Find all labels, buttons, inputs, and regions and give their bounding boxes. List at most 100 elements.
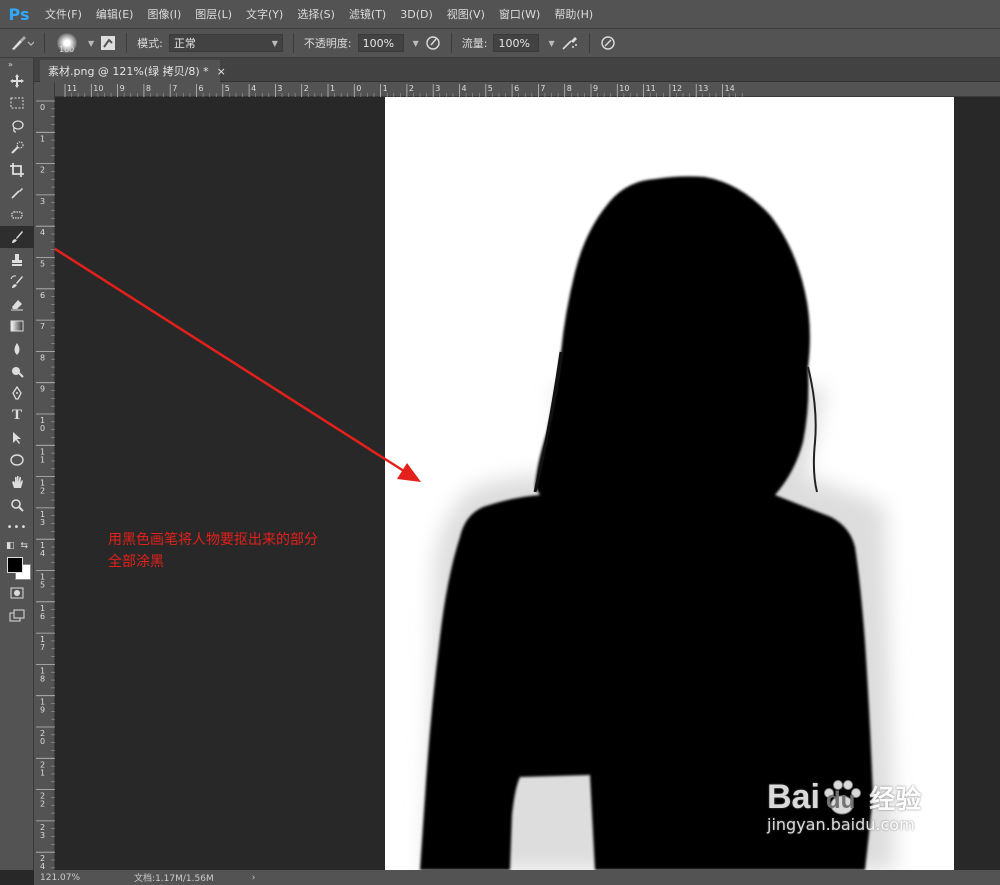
ruler-label: 5 xyxy=(225,84,230,93)
horizontal-ruler[interactable]: 11 10 9 8 7 6 5 4 3 2 1 0 1 2 3 4 5 6 7 8 9 10 11 12 13 14 xyxy=(55,82,1000,97)
separator xyxy=(450,33,452,53)
mode-label: 模式: xyxy=(137,37,163,50)
more-icon[interactable]: ••• xyxy=(0,516,34,538)
ellipse-icon[interactable] xyxy=(0,449,34,471)
ruler-label: 3 xyxy=(435,84,440,93)
watermark-url: jingyan.baidu.com xyxy=(767,815,915,834)
stamp-icon[interactable] xyxy=(0,248,34,270)
quick-select-icon[interactable] xyxy=(0,137,34,159)
airbrush-icon[interactable] xyxy=(561,35,579,51)
zoom-icon[interactable] xyxy=(0,494,34,516)
lasso-icon[interactable] xyxy=(0,115,34,137)
brush-panel-icon[interactable] xyxy=(100,35,116,51)
menu-edit[interactable]: 编辑(E) xyxy=(89,6,141,22)
chevron-down-icon[interactable]: ▼ xyxy=(548,39,554,48)
hand-icon[interactable] xyxy=(0,471,34,493)
brush-preset-icon[interactable] xyxy=(8,34,34,52)
flow-label: 流量: xyxy=(461,37,488,50)
pen-icon[interactable] xyxy=(0,382,34,404)
ruler-label: 7 xyxy=(40,322,45,331)
ruler-label: 0 xyxy=(40,103,45,112)
menu-window[interactable]: 窗口(W) xyxy=(492,6,547,22)
document-tab-strip: 素材.png @ 121%(绿 拷贝/8) * × xyxy=(34,58,1000,82)
ruler-label: 9 xyxy=(593,84,598,93)
menu-help[interactable]: 帮助(H) xyxy=(547,6,600,22)
ruler-label: 6 xyxy=(199,84,204,93)
ruler-label: 10 xyxy=(93,84,103,93)
type-icon[interactable]: T xyxy=(0,404,34,426)
baidu-watermark: Bai du 经验 jingyan.baidu.com xyxy=(767,777,967,867)
menu-view[interactable]: 视图(V) xyxy=(440,6,492,22)
quick-mask-icon[interactable] xyxy=(0,582,34,604)
zoom-level[interactable]: 121.07% xyxy=(40,873,80,883)
vertical-ruler[interactable]: 0123456789101112131415161718192021222324… xyxy=(34,82,55,884)
menu-file[interactable]: 文件(F) xyxy=(38,6,89,22)
ruler-label: 4 xyxy=(462,84,467,93)
reset-colors-icon[interactable]: ◧ xyxy=(6,541,15,551)
foreground-color-swatch[interactable] xyxy=(7,557,23,574)
chevron-down-icon[interactable]: ▼ xyxy=(413,39,419,48)
menu-bar: Ps 文件(F) 编辑(E) 图像(I) 图层(L) 文字(Y) 选择(S) 滤… xyxy=(0,0,1000,28)
status-menu-arrow[interactable]: › xyxy=(252,873,256,883)
healing-icon[interactable] xyxy=(0,204,34,226)
mode-select[interactable]: 正常 ▼ xyxy=(168,34,283,52)
path-select-icon[interactable] xyxy=(0,427,34,449)
ruler-label: 8 xyxy=(567,84,572,93)
menu-filter[interactable]: 滤镜(T) xyxy=(342,6,393,22)
dodge-icon[interactable] xyxy=(0,360,34,382)
brush-icon[interactable] xyxy=(0,226,34,249)
status-bar: 121.07% 文档:1.17M/1.56M › xyxy=(34,870,1000,885)
ruler-label: 3 xyxy=(40,831,45,840)
document-tab[interactable]: 素材.png @ 121%(绿 拷贝/8) * × xyxy=(40,60,226,82)
marquee-icon[interactable] xyxy=(0,92,34,114)
blur-icon[interactable] xyxy=(0,338,34,360)
eraser-icon[interactable] xyxy=(0,293,34,315)
watermark-cn: 经验 xyxy=(869,783,922,814)
ruler-label: 13 xyxy=(698,84,708,93)
photoshop-logo: Ps xyxy=(8,4,30,24)
ruler-label: 4 xyxy=(40,549,45,558)
ruler-label: 11 xyxy=(67,84,77,93)
separator xyxy=(588,33,590,53)
menu-3d[interactable]: 3D(D) xyxy=(393,8,440,21)
default-colors-icon[interactable]: ◧ ⇆ xyxy=(0,538,34,554)
separator xyxy=(44,33,45,53)
brush-size-picker[interactable]: 100 xyxy=(55,31,79,55)
watermark-brand: Bai xyxy=(767,777,820,816)
crop-icon[interactable] xyxy=(0,159,34,181)
ruler-label: 10 xyxy=(619,84,629,93)
history-brush-icon[interactable] xyxy=(0,271,34,293)
eyedropper-icon[interactable] xyxy=(0,181,34,203)
move-icon[interactable] xyxy=(0,70,34,92)
menu-image[interactable]: 图像(I) xyxy=(140,6,188,22)
menu-type[interactable]: 文字(Y) xyxy=(239,6,290,22)
ruler-label: 1 xyxy=(383,84,388,93)
close-icon[interactable]: × xyxy=(217,65,226,78)
ruler-label: 3 xyxy=(40,197,45,206)
ruler-label: 1 xyxy=(330,84,335,93)
gradient-icon[interactable] xyxy=(0,315,34,337)
pressure-opacity-icon[interactable] xyxy=(425,35,441,51)
ruler-label: 5 xyxy=(40,260,45,269)
menu-layer[interactable]: 图层(L) xyxy=(188,6,239,22)
ruler-label: 2 xyxy=(40,166,45,175)
ruler-label: 5 xyxy=(40,581,45,590)
color-swatches[interactable] xyxy=(0,554,34,582)
canvas-area[interactable]: 用黑色画笔将人物要抠出来的部分 全部涂黑 Bai du 经验 jingyan.b… xyxy=(55,97,1000,870)
ruler-label: 0 xyxy=(356,84,361,93)
flow-field[interactable]: 100% xyxy=(493,34,540,52)
ruler-label: 9 xyxy=(40,706,45,715)
annotation-line-1: 用黑色画笔将人物要抠出来的部分 xyxy=(108,532,318,548)
chevron-down-icon[interactable]: ▼ xyxy=(88,39,94,48)
panel-collapse-icon[interactable]: » xyxy=(0,58,34,70)
ruler-label: 3 xyxy=(277,84,282,93)
swap-colors-icon[interactable]: ⇆ xyxy=(20,541,28,551)
ruler-label: 2 xyxy=(304,84,309,93)
ruler-label: 2 xyxy=(409,84,414,93)
ruler-label: 3 xyxy=(40,518,45,527)
ruler-label: 9 xyxy=(40,385,45,394)
pressure-size-icon[interactable] xyxy=(600,35,616,51)
menu-select[interactable]: 选择(S) xyxy=(290,6,342,22)
opacity-field[interactable]: 100% xyxy=(357,34,404,52)
screen-mode-icon[interactable] xyxy=(0,605,34,627)
